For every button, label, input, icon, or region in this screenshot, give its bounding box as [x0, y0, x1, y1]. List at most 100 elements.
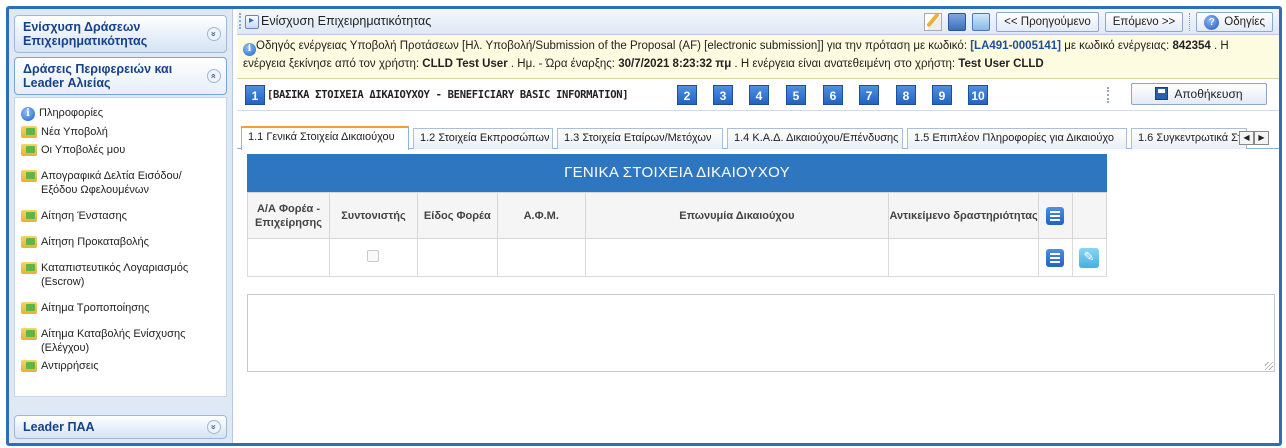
- table-row: [247, 238, 1108, 277]
- step-6[interactable]: 6: [823, 85, 843, 105]
- info-text: Οδηγός ενέργειας Υποβολή Προτάσεων [Ηλ. …: [256, 40, 971, 52]
- action-info-bar: i Οδηγός ενέργειας Υποβολή Προτάσεων [Ηλ.…: [237, 35, 1279, 79]
- grid-title: ΓΕΝΙΚΑ ΣΤΟΙΧΕΙΑ ΔΙΚΑΙΟΥΧΟΥ: [247, 154, 1107, 192]
- folder-icon: [21, 126, 37, 138]
- grid-header-row: Α/Α Φορέα - Επιχείρησης Συντονιστής Είδο…: [247, 192, 1108, 239]
- save-label: Αποθήκευση: [1174, 87, 1243, 101]
- sidebar-item-payment-request[interactable]: Αίτημα Καταβολής Ενίσχυσης (Ελέγχου): [15, 325, 226, 357]
- resize-handle-icon[interactable]: [1265, 362, 1273, 370]
- step-4[interactable]: 4: [749, 85, 769, 105]
- edit-icon[interactable]: [1079, 247, 1100, 268]
- accordion-leader-paa-title: Leader ΠΑΑ: [23, 420, 95, 434]
- sidebar: Ενίσχυση Δράσεων Επιχειρηματικότητας » Δ…: [9, 9, 233, 443]
- tab-summary[interactable]: 1.6 Συγκεντρωτικά Στο: [1131, 128, 1247, 149]
- tab-general-info[interactable]: 1.1 Γενικά Στοιχεία Δικαιούχου: [241, 126, 409, 150]
- step-7[interactable]: 7: [859, 85, 879, 105]
- folder-icon: [21, 236, 37, 248]
- folder-icon: [21, 302, 37, 314]
- next-button[interactable]: Επόμενο >>: [1104, 12, 1184, 32]
- info-icon: i: [243, 43, 256, 56]
- sidebar-item-objections[interactable]: Αντιρρήσεις: [15, 357, 226, 375]
- main-panel: Ενίσχυση Επιχειρηματικότητας << Προηγούμ…: [237, 9, 1279, 443]
- info-text: με κωδικό ενέργειας:: [1061, 40, 1173, 52]
- sidebar-item-label: Πληροφορίες: [39, 107, 104, 119]
- start-datetime: 30/7/2021 8:23:32 πμ: [618, 58, 732, 70]
- step-3[interactable]: 3: [713, 85, 733, 105]
- sidebar-item-label: Καταπιστευτικός Λογαριασμός (Escrow): [41, 262, 189, 288]
- sidebar-item-info[interactable]: i Πληροφορίες: [15, 104, 226, 123]
- expand-icon[interactable]: »: [207, 420, 221, 434]
- table-cell: [496, 238, 586, 277]
- sidebar-item-modification-request[interactable]: Αίτημα Τροποποίησης: [15, 299, 226, 317]
- accordion-entrepreneurship[interactable]: Ενίσχυση Δράσεων Επιχειρηματικότητας »: [14, 15, 227, 53]
- accordion-regional-leader-title: Δράσεις Περιφερειών και Leader Αλιείας: [23, 62, 173, 90]
- tab-kad[interactable]: 1.4 Κ.Α.Δ. Δικαιούχου/Επένδυσης: [727, 128, 903, 149]
- col-header: Επωνυμία Δικαιούχου: [584, 192, 890, 239]
- drag-grip[interactable]: [239, 13, 243, 29]
- step-9[interactable]: 9: [932, 85, 952, 105]
- tab-scroller: ◀ ▶: [1239, 131, 1269, 145]
- assigned-user: Test User CLLD: [958, 58, 1044, 70]
- col-header-actions: [1038, 192, 1073, 239]
- sidebar-item-objection-request[interactable]: Αίτηση Ένστασης: [15, 207, 226, 225]
- sidebar-item-label: Οι Υποβολές μου: [41, 144, 126, 156]
- toolbar-divider: [1189, 13, 1191, 31]
- col-header: Α/Α Φορέα - Επιχείρησης: [247, 192, 330, 239]
- nav-panel: i Πληροφορίες Νέα Υποβολή Οι Υποβολές μο…: [14, 97, 227, 397]
- sidebar-item-label: Αίτημα Τροποποίησης: [41, 302, 150, 314]
- help-button[interactable]: ? Οδηγίες: [1196, 12, 1273, 32]
- edit-notes-icon[interactable]: [924, 13, 943, 31]
- accordion-regional-leader[interactable]: Δράσεις Περιφερειών και Leader Αλιείας «: [14, 57, 227, 95]
- step-10[interactable]: 10: [968, 85, 988, 105]
- col-header: Α.Φ.Μ.: [496, 192, 586, 239]
- step-5[interactable]: 5: [786, 85, 806, 105]
- table-cell: [888, 238, 1039, 277]
- sidebar-item-label: Αντιρρήσεις: [41, 360, 99, 372]
- tab-scroll-left-icon[interactable]: ◀: [1239, 131, 1254, 145]
- save-icon: [1155, 87, 1169, 100]
- proposal-code: [LA491-0005141]: [970, 40, 1061, 52]
- sidebar-item-beneficiary-forms[interactable]: Απογραφικά Δελτία Εισόδου/ Εξόδου Ωφελου…: [15, 167, 226, 199]
- table-cell: [584, 238, 890, 277]
- collapse-icon[interactable]: «: [207, 69, 221, 83]
- info-text: . Η ενέργεια είναι ανατεθειμένη στο χρήσ…: [731, 58, 959, 70]
- accordion-leader-paa[interactable]: Leader ΠΑΑ »: [14, 415, 227, 439]
- tab-scroll-right-icon[interactable]: ▶: [1254, 131, 1269, 145]
- step-1[interactable]: 1: [245, 85, 265, 105]
- help-label: Οδηγίες: [1224, 16, 1265, 28]
- image-icon[interactable]: [972, 13, 991, 31]
- save-button[interactable]: Αποθήκευση: [1131, 83, 1267, 105]
- step-bar: 1 [ΒΑΣΙΚΑ ΣΤΟΙΧΕΙΑ ΔΙΚΑΙΟΥΧΟΥ - BENEFICI…: [237, 79, 1279, 111]
- window-icon: [245, 15, 259, 29]
- previous-button[interactable]: << Προηγούμενο: [996, 12, 1099, 32]
- details-icon[interactable]: [1046, 248, 1065, 267]
- folder-icon: [21, 210, 37, 222]
- coordinator-checkbox[interactable]: [367, 250, 380, 262]
- calculator-icon[interactable]: [948, 13, 967, 31]
- tab-strip: 1.1 Γενικά Στοιχεία Δικαιούχου 1.2 Στοιχ…: [237, 125, 1279, 150]
- step-2[interactable]: 2: [677, 85, 697, 105]
- sidebar-item-label: Αίτηση Προκαταβολής: [41, 236, 149, 248]
- column-chooser-icon[interactable]: [1046, 206, 1065, 225]
- page-title: Ενίσχυση Επιχειρηματικότητας: [261, 14, 432, 28]
- sidebar-item-label: Αίτηση Ένστασης: [41, 210, 127, 222]
- sidebar-item-escrow[interactable]: Καταπιστευτικός Λογαριασμός (Escrow): [15, 259, 226, 291]
- tab-additional-info[interactable]: 1.5 Επιπλέον Πληροφορίες για Δικαιούχο: [907, 128, 1127, 149]
- beneficiary-grid: ΓΕΝΙΚΑ ΣΤΟΙΧΕΙΑ ΔΙΚΑΙΟΥΧΟΥ Α/Α Φορέα - Ε…: [247, 154, 1108, 277]
- folder-icon: [21, 360, 37, 372]
- expand-icon[interactable]: »: [207, 27, 221, 41]
- table-cell: [1071, 238, 1108, 277]
- sidebar-item-my-submissions[interactable]: Οι Υποβολές μου: [15, 141, 226, 159]
- accordion-entrepreneurship-title: Ενίσχυση Δράσεων Επιχειρηματικότητας: [23, 20, 148, 48]
- sidebar-item-advance-request[interactable]: Αίτηση Προκαταβολής: [15, 233, 226, 251]
- step-8[interactable]: 8: [896, 85, 916, 105]
- info-icon: i: [21, 107, 35, 121]
- sidebar-item-label: Νέα Υποβολή: [41, 126, 108, 138]
- tab-representatives[interactable]: 1.2 Στοιχεία Εκπροσώπων: [413, 128, 553, 149]
- tab-partners[interactable]: 1.3 Στοιχεία Εταίρων/Μετόχων: [557, 128, 723, 149]
- col-header: Συντονιστής: [328, 192, 418, 239]
- sidebar-item-new-submission[interactable]: Νέα Υποβολή: [15, 123, 226, 141]
- notes-textarea[interactable]: [247, 294, 1275, 372]
- table-cell: [1038, 238, 1073, 277]
- folder-icon: [21, 144, 37, 156]
